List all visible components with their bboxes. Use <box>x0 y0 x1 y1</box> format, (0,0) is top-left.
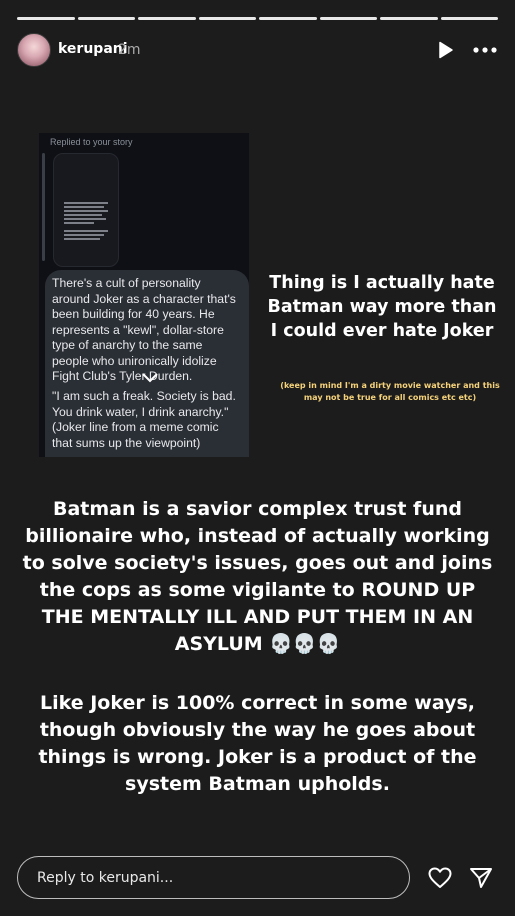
send-button[interactable] <box>468 865 494 891</box>
thumbnail-text-line <box>64 210 108 212</box>
progress-segment <box>319 17 377 20</box>
more-icon <box>473 47 497 53</box>
thumbnail-text-line <box>64 218 106 220</box>
progress-segment <box>198 17 256 20</box>
message-text-part1: There's a cult of personality around Jok… <box>52 276 236 383</box>
story-note: (keep in mind I'm a dirty movie watcher … <box>280 381 500 402</box>
reply-indicator-bar <box>42 153 45 261</box>
replied-label: Replied to your story <box>50 137 133 147</box>
reply-input[interactable]: Reply to kerupani... <box>17 856 410 899</box>
message-text-part2: "I am such a freak. Society is bad. You … <box>52 389 236 450</box>
send-icon <box>470 868 492 888</box>
play-icon <box>439 41 453 59</box>
thumbnail-text-line <box>64 206 104 208</box>
chevron-down-icon <box>142 373 158 383</box>
reply-placeholder: Reply to kerupani... <box>37 870 174 886</box>
avatar[interactable] <box>17 33 51 67</box>
progress-segment <box>77 17 135 20</box>
thumbnail-text-line <box>64 238 100 240</box>
story-progress-bar <box>17 17 498 20</box>
story-header: kerupani 2m <box>17 33 498 67</box>
progress-segment-current <box>440 17 498 20</box>
thumbnail-text-line <box>64 214 102 216</box>
progress-segment <box>259 17 317 20</box>
timestamp: 2m <box>118 42 141 58</box>
heart-icon <box>428 867 452 888</box>
thumbnail-text-line <box>64 234 104 236</box>
story-paragraph-1: Batman is a savior complex trust fund bi… <box>22 498 493 655</box>
more-options-button[interactable] <box>472 40 498 60</box>
play-button[interactable] <box>435 40 455 60</box>
progress-segment <box>138 17 196 20</box>
thumbnail-text-line <box>64 222 94 224</box>
message-bubble: There's a cult of personality around Jok… <box>45 270 249 457</box>
story-paragraph-2: Like Joker is 100% correct in some ways,… <box>38 692 477 795</box>
story-heading: Thing is I actually hate Batman way more… <box>267 273 497 341</box>
like-button[interactable] <box>427 865 453 891</box>
embedded-screenshot: Replied to your story There's a cult of … <box>39 133 249 457</box>
story-thumbnail <box>53 153 119 267</box>
progress-segment <box>380 17 438 20</box>
thumbnail-text-line <box>64 202 108 204</box>
thumbnail-text-line <box>64 230 108 232</box>
progress-segment <box>17 17 75 20</box>
